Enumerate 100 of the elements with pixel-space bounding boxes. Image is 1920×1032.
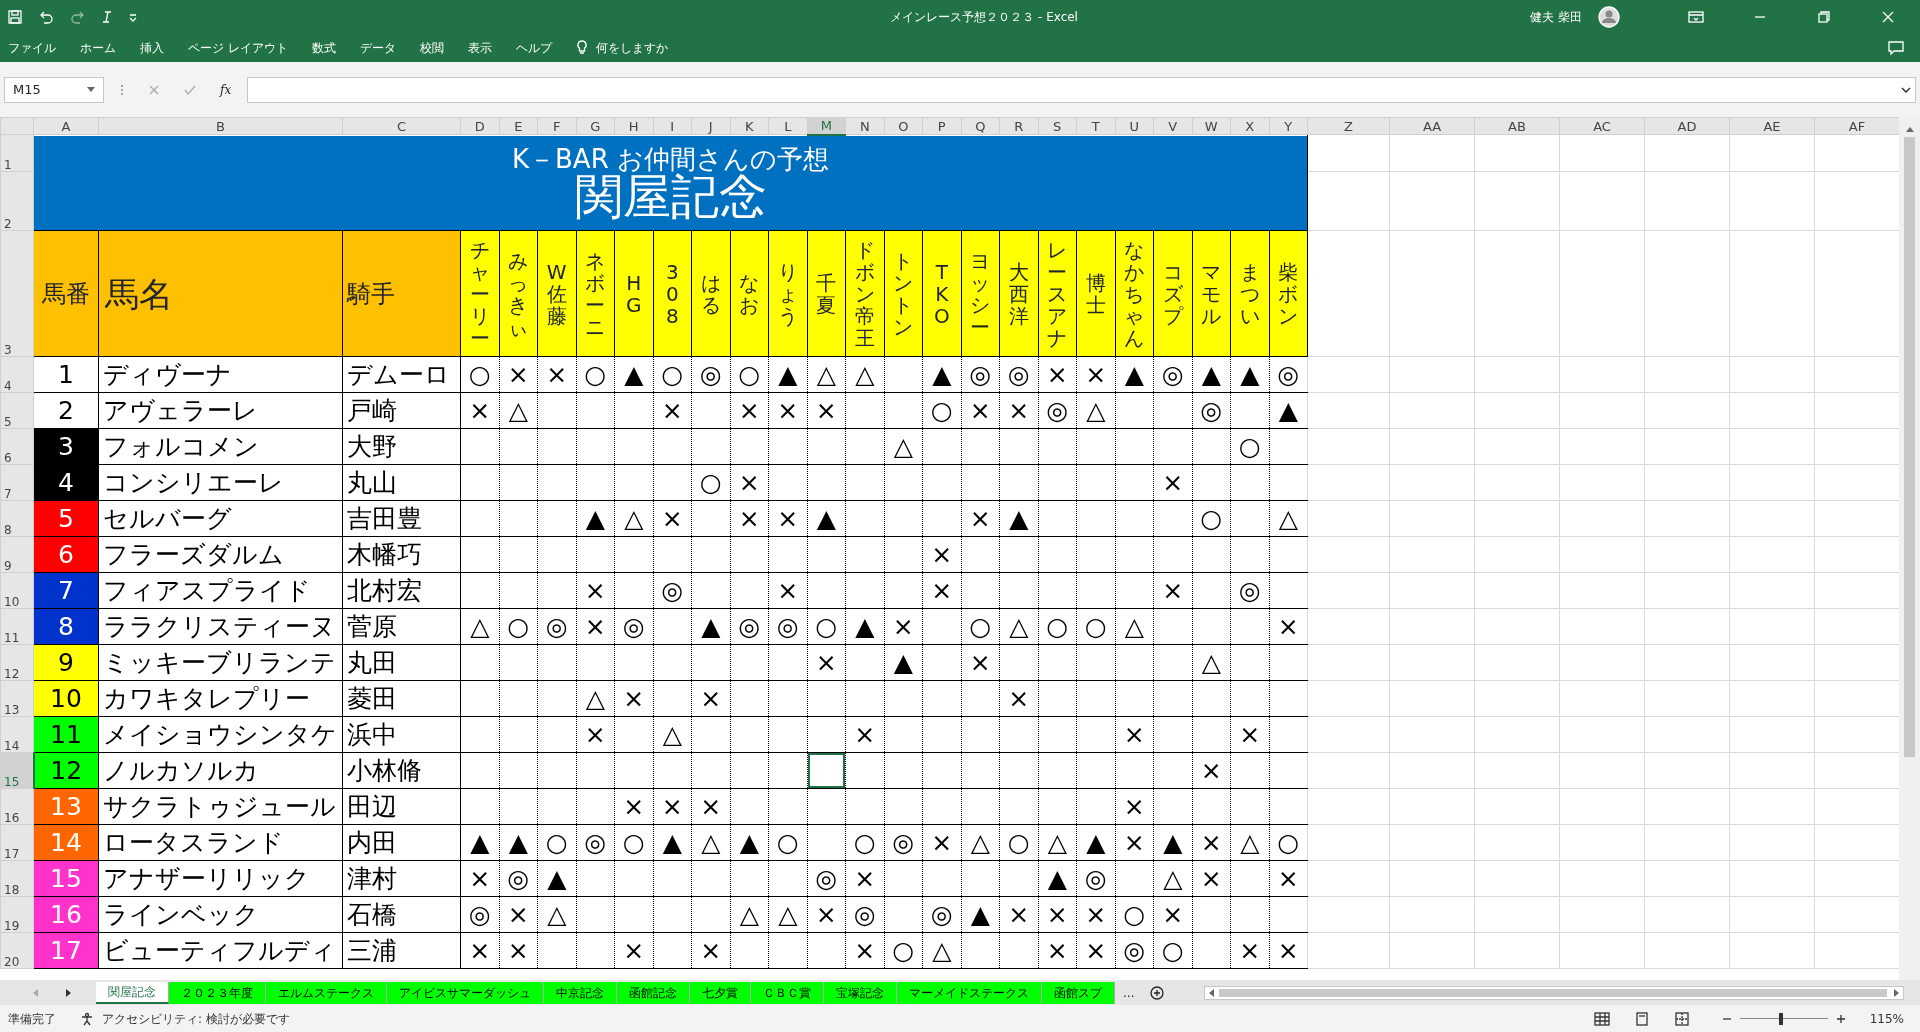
column-header[interactable]: V [1153, 117, 1192, 135]
row-header[interactable]: 5 [0, 392, 34, 429]
column-header[interactable]: I [653, 117, 692, 135]
row-header[interactable]: 1 [0, 134, 34, 172]
row-header[interactable]: 20 [0, 932, 34, 969]
row-header[interactable]: 19 [0, 896, 34, 933]
row-header[interactable]: 3 [0, 230, 34, 357]
column-header[interactable]: AA [1389, 117, 1475, 135]
column-header[interactable]: B [98, 117, 343, 135]
ribbon-tab[interactable]: ホーム [80, 39, 116, 57]
expand-caret-icon[interactable] [1901, 86, 1911, 93]
ribbon-tab[interactable]: ページ レイアウト [188, 39, 288, 57]
selected-cell[interactable] [807, 752, 846, 789]
scroll-thumb[interactable] [1219, 988, 1887, 997]
column-header[interactable]: X [1230, 117, 1269, 135]
column-header[interactable]: A [33, 117, 99, 135]
zoom-in-icon[interactable] [1835, 1013, 1846, 1024]
column-header[interactable]: K [730, 117, 769, 135]
row-header[interactable]: 4 [0, 356, 34, 393]
horizontal-scrollbar[interactable] [1204, 985, 1904, 1000]
column-header[interactable]: J [691, 117, 730, 135]
more-sheets-button[interactable]: ... [1123, 983, 1135, 1002]
accessibility-status[interactable]: アクセシビリティ: 検討が必要です [102, 1009, 290, 1028]
ribbon-tab[interactable]: 数式 [311, 39, 336, 57]
column-header[interactable]: P [922, 117, 961, 135]
column-header[interactable]: AE [1729, 117, 1815, 135]
row-header[interactable]: 13 [0, 680, 34, 717]
row-header[interactable]: 14 [0, 716, 34, 753]
ribbon-tab[interactable]: 挿入 [140, 39, 164, 57]
ribbon-display-icon[interactable] [1688, 10, 1704, 24]
column-header[interactable]: G [576, 117, 615, 135]
row-header[interactable]: 6 [0, 428, 34, 465]
tell-me-field[interactable]: 何をしますか [595, 39, 668, 57]
scroll-up-icon[interactable] [1904, 125, 1915, 133]
ribbon-tab[interactable]: ヘルプ [515, 39, 552, 57]
page-break-icon[interactable] [1673, 1011, 1690, 1026]
column-header[interactable]: T [1076, 117, 1115, 135]
italic-icon[interactable] [102, 10, 112, 24]
save-icon[interactable] [8, 10, 22, 24]
column-header[interactable]: O [884, 117, 923, 135]
avatar-icon[interactable] [1598, 6, 1620, 28]
redo-icon[interactable] [70, 10, 86, 24]
sheet-tab[interactable]: 中京記念 [544, 981, 617, 1004]
column-header[interactable]: AD [1644, 117, 1730, 135]
scroll-left-icon[interactable] [1209, 988, 1216, 997]
vertical-scrollbar[interactable] [1899, 117, 1920, 980]
column-header[interactable]: Y [1269, 117, 1308, 135]
sheet-tab[interactable]: ＣＢＣ賞 [751, 981, 824, 1004]
ribbon-tab[interactable]: ファイル [8, 39, 56, 57]
row-header[interactable]: 18 [0, 860, 34, 897]
column-header[interactable]: C [342, 117, 461, 135]
scroll-thumb[interactable] [1904, 137, 1915, 757]
ribbon-tab[interactable]: 表示 [467, 39, 492, 57]
column-header[interactable]: R [999, 117, 1038, 135]
column-header[interactable]: W [1192, 117, 1231, 135]
row-header[interactable]: 7 [0, 464, 34, 501]
sheet-tab[interactable]: アイビスサマーダッシュ [387, 981, 544, 1004]
sheet-tab[interactable]: エルムステークス [266, 981, 387, 1004]
row-header[interactable]: 9 [0, 536, 34, 573]
restore-icon[interactable] [1816, 10, 1832, 24]
normal-view-icon[interactable] [1593, 1011, 1610, 1026]
column-header[interactable]: U [1115, 117, 1154, 135]
zoom-slider-thumb[interactable] [1779, 1012, 1784, 1025]
column-header[interactable]: AB [1474, 117, 1560, 135]
row-header[interactable]: 16 [0, 788, 34, 825]
ribbon-tab[interactable]: 校閲 [419, 39, 444, 57]
name-box[interactable]: M15 [4, 76, 104, 103]
column-header[interactable]: E [499, 117, 538, 135]
column-header[interactable]: Z [1307, 117, 1390, 135]
row-header[interactable]: 17 [0, 824, 34, 861]
lightbulb-icon[interactable] [575, 40, 588, 56]
undo-icon[interactable] [38, 10, 54, 24]
column-header[interactable]: Q [961, 117, 1000, 135]
page-layout-icon[interactable] [1633, 1011, 1650, 1026]
comment-icon[interactable] [1888, 41, 1904, 55]
sheet-tab[interactable]: 函館スプ [1042, 981, 1115, 1004]
close-icon[interactable] [1880, 10, 1896, 24]
scroll-right-icon[interactable] [1893, 988, 1899, 997]
row-header[interactable]: 2 [0, 171, 34, 231]
row-header[interactable]: 12 [0, 644, 34, 681]
column-header[interactable]: AF [1814, 117, 1899, 135]
column-header[interactable]: F [537, 117, 576, 135]
tab-next-icon[interactable] [64, 988, 72, 997]
column-header[interactable]: N [845, 117, 884, 135]
column-header[interactable]: M [807, 117, 846, 135]
row-header[interactable]: 8 [0, 500, 34, 537]
ribbon-tab[interactable]: データ [359, 39, 396, 57]
sheet-tab[interactable]: 七夕賞 [690, 981, 751, 1004]
zoom-slider[interactable] [1739, 1011, 1828, 1026]
row-header[interactable]: 11 [0, 608, 34, 645]
row-header[interactable]: 15 [0, 752, 34, 789]
column-header[interactable]: H [614, 117, 653, 135]
column-header[interactable]: L [768, 117, 807, 135]
sheet-tab[interactable]: 函館記念 [617, 981, 690, 1004]
sheet-tab[interactable]: マーメイドステークス [897, 981, 1042, 1004]
sheet-tab[interactable]: 宝塚記念 [824, 981, 897, 1004]
row-header[interactable]: 10 [0, 572, 34, 609]
column-header[interactable]: AC [1559, 117, 1645, 135]
column-header[interactable]: S [1038, 117, 1077, 135]
zoom-level[interactable]: 115% [1869, 1009, 1904, 1028]
